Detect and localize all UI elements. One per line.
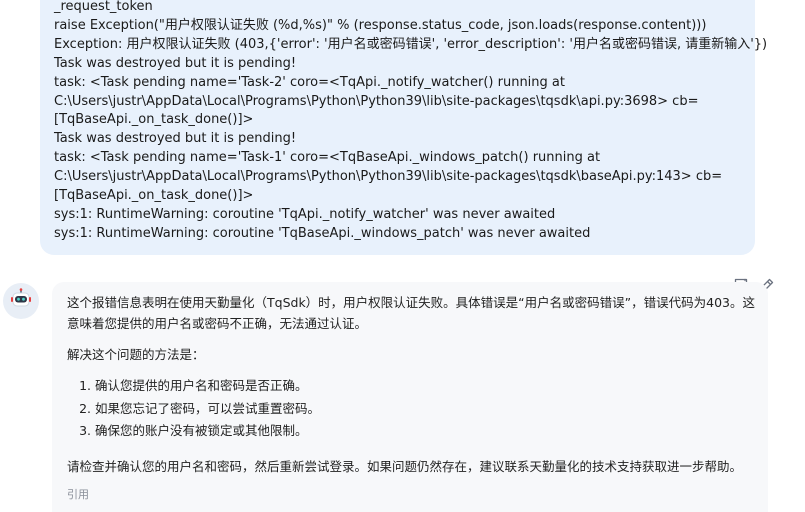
error-log-line: Task was destroyed but it is pending! xyxy=(54,55,297,71)
citation-toggle[interactable]: 引用 xyxy=(67,486,89,502)
assistant-message-bubble: 这个报错信息表明在使用天勤量化（TqSdk）时，用户权限认证失败。具体错误是“用… xyxy=(52,282,768,512)
error-log-line: task: <Task pending name='Task-1' coro=<… xyxy=(54,150,601,166)
solution-steps-list: 确认您提供的用户名和密码是否正确。 如果您忘记了密码，可以尝试重置密码。 确保您… xyxy=(67,375,768,443)
error-log-line: sys:1: RuntimeWarning: coroutine 'TqApi.… xyxy=(54,206,556,222)
error-log-line: Exception: 用户权限认证失败 (403,{'error': '用户名或… xyxy=(54,36,768,52)
error-log-line: task: <Task pending name='Task-2' coro=<… xyxy=(54,74,565,90)
assistant-paragraph: 请检查并确认您的用户名和密码，然后重新尝试登录。如果问题仍然存在，建议联系天勤量… xyxy=(67,458,743,474)
error-log-line: C:\Users\justr\AppData\Local\Programs\Py… xyxy=(54,169,723,185)
error-log-line: _request_token xyxy=(54,0,153,14)
error-log-line: [TqBaseApi._on_task_done()]> xyxy=(54,188,254,204)
error-log-line: C:\Users\justr\AppData\Local\Programs\Py… xyxy=(54,93,699,109)
error-log-line: Task was destroyed but it is pending! xyxy=(54,131,297,147)
list-item: 如果您忘记了密码，可以尝试重置密码。 xyxy=(95,398,768,421)
error-log-line: raise Exception("用户权限认证失败 (%d,%s)" % (re… xyxy=(54,17,707,33)
error-log-line: [TqBaseApi._on_task_done()]> xyxy=(54,112,254,128)
assistant-paragraph: 解决这个问题的方法是： xyxy=(67,347,205,362)
robot-icon xyxy=(9,287,33,315)
assistant-avatar xyxy=(3,283,39,319)
assistant-paragraph: 这个报错信息表明在使用天勤量化（TqSdk）时，用户权限认证失败。具体错误是“用… xyxy=(67,295,755,331)
error-log-line: sys:1: RuntimeWarning: coroutine 'TqBase… xyxy=(54,225,591,241)
list-item: 确保您的账户没有被锁定或其他限制。 xyxy=(95,420,768,443)
user-message-bubble: _request_token raise Exception("用户权限认证失败… xyxy=(40,0,768,255)
list-item: 确认您提供的用户名和密码是否正确。 xyxy=(95,375,768,398)
